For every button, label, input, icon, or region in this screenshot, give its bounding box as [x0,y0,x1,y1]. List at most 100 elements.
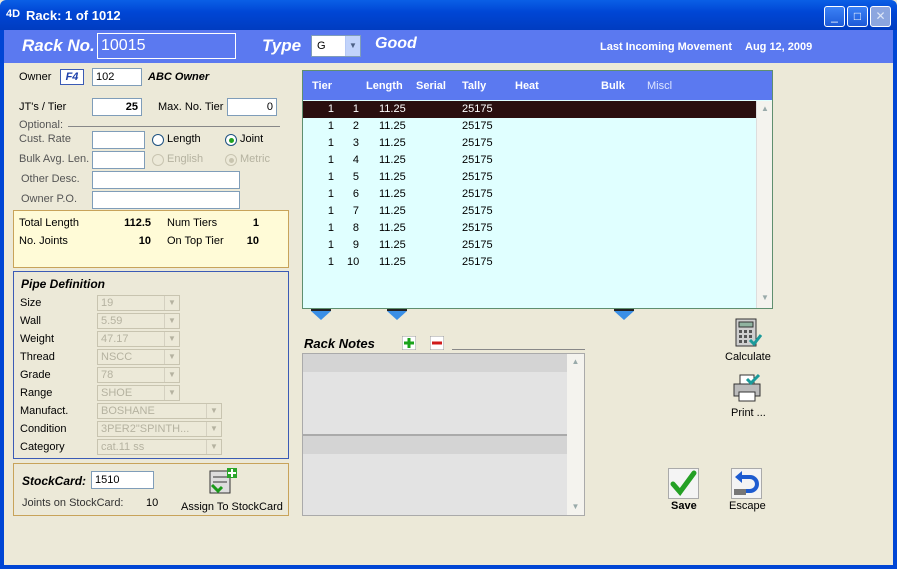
english-radio[interactable] [152,154,164,166]
pipe-field-select[interactable]: NSCC ▼ [97,349,180,365]
jts-tier-field[interactable]: 25 [92,98,142,116]
total-length-value: 112.5 [124,217,151,229]
pipe-field-select[interactable]: 5.59 ▼ [97,313,180,329]
save-button[interactable]: Save [671,500,697,512]
owner-lookup-button[interactable]: F4 [60,69,84,85]
table-row[interactable]: 1 6 11.25 25175 [303,186,756,203]
app-icon: 4D [6,8,21,20]
minimize-button[interactable]: _ [824,6,845,27]
notes-divider [452,349,585,350]
rack-no-field[interactable]: 10015 [97,33,236,59]
printer-icon[interactable] [732,373,762,403]
type-select-value: G [317,40,326,52]
owner-po-field[interactable] [92,191,240,209]
remove-note-icon[interactable] [429,335,445,351]
cell-joint: 9 [352,239,359,251]
english-radio-label: English [167,153,204,165]
rack-notes-title: Rack Notes [304,336,375,351]
pipe-field-select[interactable]: 3PER2"SPINTH... ▼ [97,421,222,437]
chevron-down-icon: ▼ [164,368,179,382]
pipe-field-select[interactable]: 19 ▼ [97,295,180,311]
col-tier[interactable]: Tier [312,80,332,92]
stockcard-field[interactable]: 1510 [91,471,154,489]
cell-joint: 6 [352,188,359,200]
col-serial[interactable]: Serial [416,80,446,92]
other-desc-field[interactable] [92,171,240,189]
pipe-field-select[interactable]: 47.17 ▼ [97,331,180,347]
cell-tally: 25175 [462,171,493,183]
scroll-up-icon[interactable]: ▲ [757,101,773,117]
table-row[interactable]: 1 4 11.25 25175 [303,152,756,169]
calculate-button[interactable]: Calculate [725,351,771,363]
rack-notes-list[interactable]: ▲ ▼ [302,353,585,516]
cell-length: 11.25 [379,205,406,217]
rack-header: Rack No. 10015 Type G ▼ Good Last Incomi… [4,30,893,63]
stockcard-label: StockCard: [22,474,87,488]
col-heat[interactable]: Heat [515,80,539,92]
total-length-label: Total Length [19,217,79,229]
title-bar[interactable]: 4D Rack: 1 of 1012 _ □ ✕ [0,0,897,30]
assign-stockcard-icon[interactable] [208,467,238,497]
escape-button[interactable]: Escape [729,500,766,512]
table-row[interactable]: 1 9 11.25 25175 [303,237,756,254]
type-select[interactable]: G ▼ [311,35,361,57]
col-tally[interactable]: Tally [462,80,486,92]
owner-code-field[interactable]: 102 [92,68,142,86]
cell-tally: 25175 [462,137,493,149]
chevron-down-icon: ▼ [164,296,179,310]
notes-row-header [303,354,567,372]
cell-joint: 4 [352,154,359,166]
table-row[interactable]: 1 10 11.25 25175 [303,254,756,271]
cell-tier: 1 [327,188,334,200]
cell-length: 11.25 [379,154,406,166]
close-button[interactable]: ✕ [870,6,891,27]
pipe-field-select[interactable]: SHOE ▼ [97,385,180,401]
stockcard-panel: StockCard: 1510 Joints on StockCard: 10 … [13,463,289,516]
cell-joint: 3 [352,137,359,149]
table-row[interactable]: 1 1 11.25 25175 [303,101,756,118]
table-row[interactable]: 1 8 11.25 25175 [303,220,756,237]
owner-name: ABC Owner [148,71,210,83]
calculator-icon[interactable] [732,318,763,348]
pipe-field-label: Thread [20,351,55,363]
table-row[interactable]: 1 3 11.25 25175 [303,135,756,152]
table-row[interactable]: 1 7 11.25 25175 [303,203,756,220]
metric-radio[interactable] [225,154,237,166]
joints-grid[interactable]: Tier Length Serial Tally Heat Bulk Miscl… [302,70,773,309]
max-tier-field[interactable]: 0 [227,98,277,116]
checkmark-icon[interactable] [668,468,699,499]
table-row[interactable]: 1 5 11.25 25175 [303,169,756,186]
pipe-field-select[interactable]: 78 ▼ [97,367,180,383]
chevron-down-icon: ▼ [164,386,179,400]
length-radio[interactable] [152,134,164,146]
grid-scrollbar[interactable]: ▲ ▼ [756,101,772,308]
col-bulk[interactable]: Bulk [601,80,625,92]
col-length[interactable]: Length [366,80,403,92]
notes-scroll-up-icon[interactable]: ▲ [567,354,584,370]
pipe-field-select[interactable]: cat.11 ss ▼ [97,439,222,455]
on-top-tier-label: On Top Tier [167,235,224,247]
add-note-icon[interactable] [401,335,417,351]
pipe-field-select[interactable]: BOSHANE ▼ [97,403,222,419]
pipe-field-label: Grade [20,369,51,381]
pipe-field-label: Weight [20,333,55,345]
assign-stockcard-label[interactable]: Assign To StockCard [181,501,283,513]
table-row[interactable]: 1 2 11.25 25175 [303,118,756,135]
scroll-down-icon[interactable]: ▼ [757,290,773,306]
undo-arrow-icon[interactable] [731,468,762,499]
cell-tier: 1 [327,137,334,149]
maximize-button[interactable]: □ [847,6,868,27]
cell-tally: 25175 [462,103,493,115]
pipe-field-value: SHOE [101,387,133,399]
print-button[interactable]: Print ... [731,407,766,419]
notes-scrollbar[interactable]: ▲ ▼ [567,354,584,515]
bulk-avg-len-field[interactable] [92,151,145,169]
joint-radio[interactable] [225,134,237,146]
notes-scroll-down-icon[interactable]: ▼ [567,499,584,515]
col-miscl[interactable]: Miscl [647,80,672,92]
pipe-field-label: Condition [20,423,67,435]
length-column-arrow-icon[interactable] [387,309,407,320]
tier-column-arrow-icon[interactable] [311,309,331,320]
cust-rate-field[interactable] [92,131,145,149]
bulk-column-arrow-icon[interactable] [614,309,634,320]
